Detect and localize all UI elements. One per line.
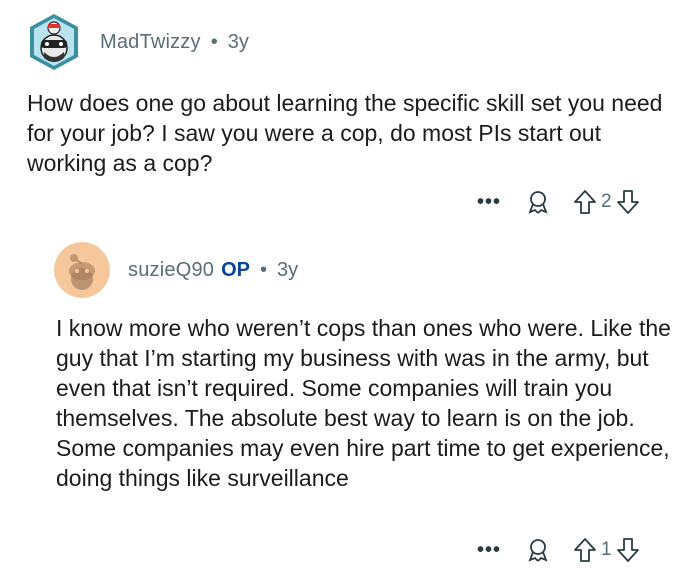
more-options-button[interactable]: •••	[477, 540, 501, 560]
vote-score: 1	[601, 539, 612, 560]
upvote-icon[interactable]	[573, 537, 597, 563]
vote-score: 2	[601, 191, 612, 212]
upvote-icon[interactable]	[573, 189, 597, 215]
reply-author[interactable]: suzieQ90	[128, 259, 214, 282]
comment-body: How does one go about learning the speci…	[27, 90, 663, 176]
avatar-robot-icon[interactable]	[24, 12, 84, 72]
avatar-snoo-icon[interactable]	[54, 242, 110, 298]
more-options-button[interactable]: •••	[477, 192, 501, 212]
op-badge: OP	[221, 258, 250, 281]
reply-actions: ••• 1	[477, 533, 640, 567]
comment-actions: ••• 2	[477, 185, 640, 219]
comment-author[interactable]: MadTwizzy	[100, 31, 201, 54]
downvote-icon[interactable]	[616, 537, 640, 563]
comment-age: 3y	[227, 30, 249, 53]
downvote-icon[interactable]	[616, 189, 640, 215]
award-icon[interactable]	[525, 189, 551, 215]
award-icon[interactable]	[525, 537, 551, 563]
comment-header: MadTwizzy • 3y	[24, 12, 249, 72]
reply-header: suzieQ90 OP • 3y	[54, 242, 298, 298]
meta-separator: •	[260, 258, 268, 281]
meta-separator: •	[210, 30, 218, 53]
reply-body: I know more who weren’t cops than ones w…	[56, 315, 671, 491]
reply-age: 3y	[277, 258, 299, 281]
